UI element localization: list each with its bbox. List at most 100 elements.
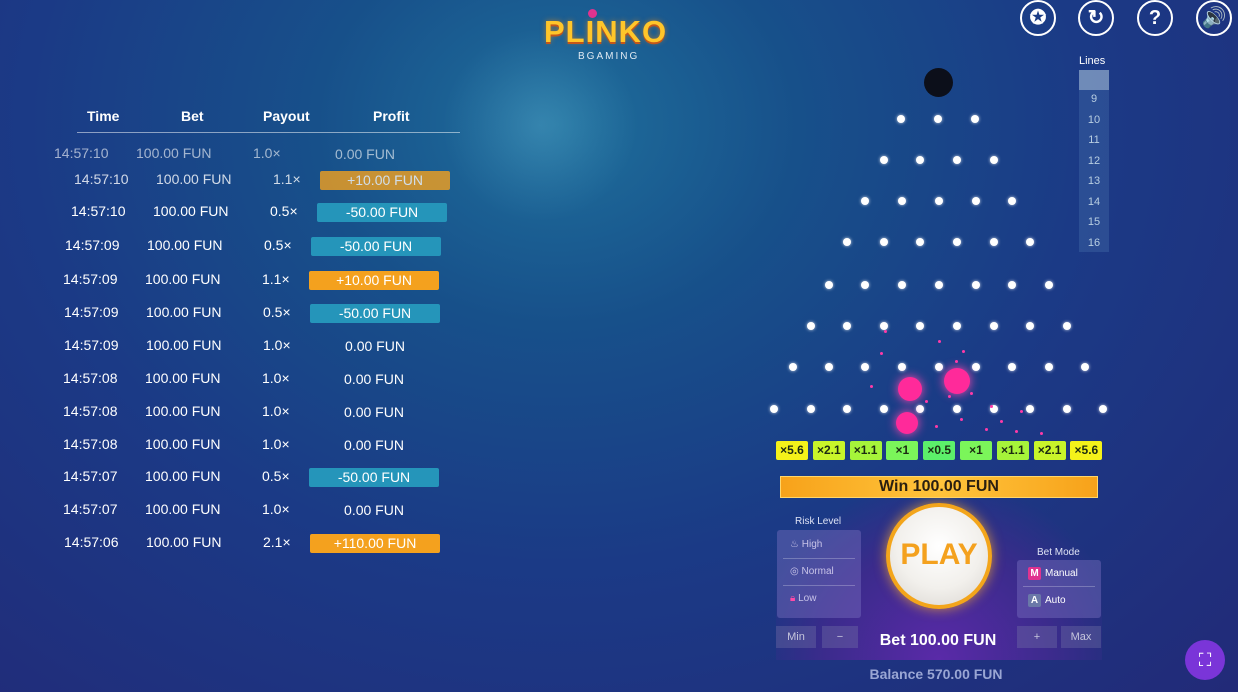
peg: [861, 281, 869, 289]
multiplier-slot: ×2.1: [1033, 441, 1066, 460]
history-bet: 100.00 FUN: [153, 203, 229, 219]
bet-mode-divider: [1023, 586, 1095, 587]
peg: [807, 322, 815, 330]
peg: [972, 197, 980, 205]
risk-high-label: High: [801, 539, 823, 550]
falling-ball: [898, 377, 922, 401]
peg: [1063, 322, 1071, 330]
peg: [935, 363, 943, 371]
history-payout: 1.1×: [262, 271, 290, 287]
lines-selected[interactable]: [1079, 70, 1109, 90]
peg: [1081, 363, 1089, 371]
lines-option[interactable]: 12: [1079, 155, 1109, 167]
spark: [880, 352, 883, 355]
history-profit: 0.00 FUN: [335, 146, 395, 162]
bet-mode-manual[interactable]: M Manual: [1028, 567, 1078, 580]
history-time: 14:57:07: [63, 501, 118, 517]
history-time: 14:57:10: [74, 171, 129, 187]
header-time: Time: [87, 108, 120, 124]
history-bet: 100.00 FUN: [145, 468, 221, 484]
bet-decrease-button[interactable]: −: [822, 626, 858, 648]
bet-mode-auto[interactable]: A Auto: [1028, 594, 1066, 607]
peg: [898, 197, 906, 205]
multiplier-slot: ×1.1: [996, 441, 1029, 460]
header-profit: Profit: [373, 108, 410, 124]
peg: [916, 322, 924, 330]
history-payout: 0.5×: [263, 304, 291, 320]
peg: [972, 363, 980, 371]
spark: [1020, 410, 1023, 413]
help-icon: ?: [1148, 7, 1162, 29]
gauge-icon: ◎: [790, 566, 802, 577]
peg: [843, 405, 851, 413]
spark: [1000, 420, 1003, 423]
history-bet: 100.00 FUN: [145, 370, 221, 386]
sound-button[interactable]: 🔊: [1196, 0, 1232, 36]
history-bet: 100.00 FUN: [146, 304, 222, 320]
history-header: Time Bet Payout Profit: [77, 104, 460, 133]
bet-increase-button[interactable]: +: [1017, 626, 1057, 648]
risk-normal-option[interactable]: ◎ Normal: [790, 566, 834, 577]
lines-option[interactable]: 10: [1079, 114, 1109, 126]
history-time: 14:57:08: [63, 403, 118, 419]
fullscreen-button[interactable]: ⛶: [1185, 640, 1225, 680]
falling-ball: [944, 368, 970, 394]
history-row: 14:57:10 100.00 FUN 1.0× 0.00 FUN: [54, 142, 474, 164]
history-payout: 1.0×: [263, 337, 291, 353]
auto-label: Auto: [1045, 595, 1066, 606]
lines-option[interactable]: 15: [1079, 216, 1109, 228]
lines-option[interactable]: 14: [1079, 196, 1109, 208]
peg: [1045, 281, 1053, 289]
lines-option[interactable]: 16: [1079, 237, 1109, 249]
peg: [934, 115, 942, 123]
bet-max-button[interactable]: Max: [1061, 626, 1101, 648]
risk-high-option[interactable]: ♨ High: [790, 539, 822, 550]
history-row: 14:57:09 100.00 FUN 1.1× +10.00 FUN: [63, 268, 483, 290]
spark: [938, 340, 941, 343]
history-button[interactable]: ↻: [1078, 0, 1114, 36]
spark: [985, 428, 988, 431]
multiplier-slot: ×0.5: [923, 441, 956, 460]
lines-option[interactable]: 13: [1079, 175, 1109, 187]
history-time: 14:57:10: [71, 203, 126, 219]
peg: [971, 115, 979, 123]
sound-icon: 🔊: [1201, 7, 1227, 29]
history-row: 14:57:09 100.00 FUN 0.5× -50.00 FUN: [65, 234, 485, 256]
history-time: 14:57:08: [63, 436, 118, 452]
peg: [770, 405, 778, 413]
auto-key-icon: A: [1028, 594, 1041, 607]
peg: [825, 363, 833, 371]
peg: [807, 405, 815, 413]
peg: [825, 281, 833, 289]
history-bet: 100.00 FUN: [146, 337, 222, 353]
history-time: 14:57:08: [63, 370, 118, 386]
history-profit: +10.00 FUN: [320, 171, 450, 190]
peg: [861, 363, 869, 371]
lines-option[interactable]: 11: [1079, 134, 1109, 146]
history-row: 14:57:06 100.00 FUN 2.1× +110.00 FUN: [64, 531, 484, 553]
history-row: 14:57:07 100.00 FUN 1.0× 0.00 FUN: [63, 498, 483, 520]
spark: [925, 400, 928, 403]
bet-min-button[interactable]: Min: [776, 626, 816, 648]
peg: [990, 156, 998, 164]
peg: [990, 238, 998, 246]
history-payout: 0.5×: [262, 468, 290, 484]
ball-drop-hole: [924, 68, 953, 97]
help-button[interactable]: ?: [1137, 0, 1173, 36]
top-toolbar: ✪ ↻? 🔊: [1002, 0, 1232, 40]
peg: [1008, 197, 1016, 205]
history-profit: 0.00 FUN: [345, 338, 405, 354]
multiplier-slot: ×1.1: [849, 441, 882, 460]
play-button[interactable]: PLAY: [886, 503, 992, 609]
falling-ball: [896, 412, 918, 434]
history-bet: 100.00 FUN: [146, 534, 222, 550]
achievements-button[interactable]: ✪: [1020, 0, 1056, 36]
risk-low-option[interactable]: 🔒︎ Low: [790, 593, 816, 604]
bet-mode-title: Bet Mode: [1037, 547, 1080, 558]
history-bet: 100.00 FUN: [145, 436, 221, 452]
logo-subtitle: BGAMING: [578, 51, 640, 62]
peg: [953, 322, 961, 330]
lines-option[interactable]: 9: [1079, 93, 1109, 105]
peg: [861, 197, 869, 205]
manual-label: Manual: [1045, 568, 1078, 579]
